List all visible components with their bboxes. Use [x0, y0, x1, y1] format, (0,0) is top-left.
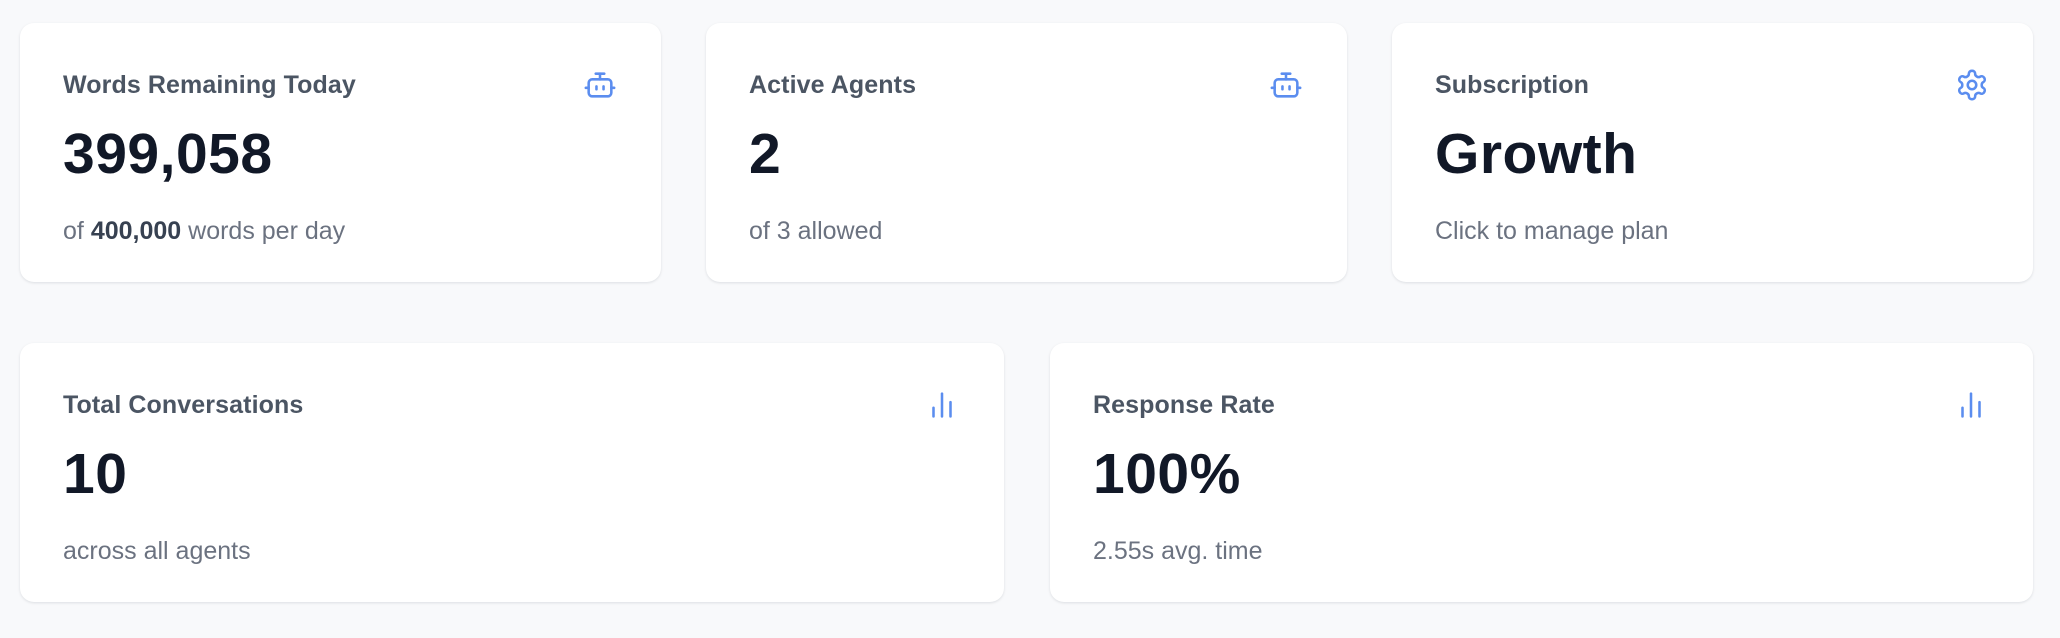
card-title: Words Remaining Today	[63, 71, 356, 99]
card-title: Total Conversations	[63, 391, 304, 419]
card-value: 2	[749, 122, 782, 186]
subtext-suffix: words per day	[188, 217, 346, 245]
card-title: Subscription	[1435, 71, 1589, 99]
card-value: 10	[63, 442, 128, 506]
robot-icon	[582, 67, 618, 103]
active-agents-card: Active Agents 2 of 3 allowed	[706, 23, 1347, 282]
card-value: 399,058	[63, 122, 273, 186]
bar-chart-icon	[1953, 387, 1989, 423]
card-value: Growth	[1435, 122, 1638, 186]
bar-chart-icon	[924, 387, 960, 423]
card-subtext: of 400,000 words per day	[63, 217, 345, 246]
subtext-bold-value: 400,000	[90, 217, 182, 245]
card-title: Active Agents	[749, 71, 917, 99]
card-title: Response Rate	[1093, 391, 1275, 419]
subscription-card[interactable]: Subscription Growth Click to manage plan	[1392, 23, 2033, 282]
response-rate-card: Response Rate 100% 2.55s avg. time	[1050, 343, 2033, 602]
gear-icon	[1954, 67, 1990, 103]
total-conversations-card: Total Conversations 10 across all agents	[20, 343, 1004, 602]
card-value: 100%	[1093, 442, 1241, 506]
card-subtext: of 3 allowed	[749, 217, 883, 245]
subtext-prefix: of	[63, 217, 84, 245]
words-remaining-card: Words Remaining Today 399,058 of 400,000…	[20, 23, 661, 282]
manage-plan-link[interactable]: Click to manage plan	[1435, 217, 1668, 246]
card-subtext: across all agents	[63, 537, 251, 565]
card-subtext: 2.55s avg. time	[1093, 537, 1263, 565]
robot-icon	[1268, 67, 1304, 103]
